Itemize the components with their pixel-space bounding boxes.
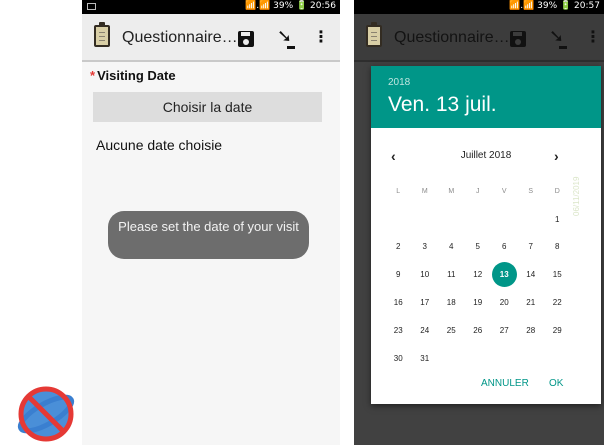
required-marker: * <box>90 68 96 83</box>
date-picker-header: 2018 Ven. 13 juil. <box>371 66 601 128</box>
sd-card-icon <box>87 3 96 10</box>
calendar-empty-cell <box>465 209 492 231</box>
no-date-text: Aucune date choisie <box>96 137 223 153</box>
weekday-header-row: LMMJVSD <box>385 178 585 206</box>
calendar-day[interactable]: 31 <box>412 348 439 370</box>
calendar-day[interactable]: 1 <box>544 209 571 231</box>
calendar-day[interactable]: 21 <box>518 292 545 314</box>
month-navigation: ‹ Juillet 2018 › <box>371 148 601 166</box>
calendar-day[interactable]: 19 <box>465 292 492 314</box>
weekday-header: V <box>501 187 507 195</box>
calendar-empty-cell <box>518 209 545 231</box>
calendar-empty-cell <box>385 209 412 231</box>
calendar-empty-cell <box>518 348 545 370</box>
calendar-day[interactable]: 8 <box>544 236 571 258</box>
toolbar-title: Questionnaire… <box>122 29 238 46</box>
ok-button[interactable]: OK <box>549 378 563 389</box>
save-icon <box>510 31 526 47</box>
cancel-button[interactable]: ANNULER <box>481 378 529 389</box>
calendar-day[interactable]: 28 <box>518 320 545 342</box>
overflow-menu-icon[interactable]: ⋮ <box>313 29 329 45</box>
calendar-empty-cell <box>412 209 439 231</box>
calendar-day[interactable]: 27 <box>491 320 518 342</box>
calendar-day[interactable]: 9 <box>385 264 412 286</box>
calendar-day[interactable]: 11 <box>438 264 465 286</box>
question-text: Visiting Date <box>97 68 176 83</box>
right-phone-screen: 📶.📶 39% 🔋 20:57 Questionnaire… ➘ ⋮ 2018 … <box>354 0 604 445</box>
status-bar: 📶.📶 39% 🔋 20:57 <box>354 0 604 14</box>
calendar-week-row: 23 24 25 26 27 28 29 <box>385 317 585 345</box>
calendar-week-row: 2345678 <box>385 234 585 262</box>
calendar-day[interactable]: 4 <box>438 236 465 258</box>
calendar-day[interactable]: 6 <box>491 236 518 258</box>
toast-message: Please set the date of your visit <box>108 211 309 259</box>
month-label: Juillet 2018 <box>460 150 512 161</box>
weekday-header: M <box>421 187 428 195</box>
calendar-empty-cell <box>491 348 518 370</box>
clipboard-icon <box>94 22 110 47</box>
weekday-header: M <box>448 187 455 195</box>
calendar-week-row: 16 17 18 19 20 21 22 <box>385 289 585 317</box>
calendar-day[interactable]: 3 <box>412 236 439 258</box>
calendar-empty-cell <box>438 209 465 231</box>
calendar-day[interactable]: 30 <box>385 348 412 370</box>
selected-date[interactable]: Ven. 13 juil. <box>388 93 497 117</box>
calendar-week-row: 9 10 11 12 13 14 15 <box>385 261 585 289</box>
left-phone-screen: 📶.📶 39% 🔋 20:56 Questionnaire… ➘ ⋮ * Visi… <box>82 0 340 445</box>
calendar-day[interactable]: 5 <box>465 236 492 258</box>
calendar-day[interactable]: 10 <box>412 264 439 286</box>
weekday-header: D <box>554 187 560 195</box>
calendar-empty-cell <box>465 348 492 370</box>
calendar-day[interactable]: 29 <box>544 320 571 342</box>
calendar-day[interactable]: 23 <box>385 320 412 342</box>
question-label: * Visiting Date <box>90 68 176 83</box>
weekday-header: J <box>476 187 480 195</box>
selected-year[interactable]: 2018 <box>388 77 410 88</box>
download-arrow-icon: ➘ <box>549 26 565 47</box>
weekday-header: L <box>396 187 401 195</box>
download-arrow-base <box>559 46 567 49</box>
calendar-day[interactable]: 7 <box>518 236 545 258</box>
dialog-actions: ANNULER OK <box>371 378 601 396</box>
calendar-empty-cell <box>438 348 465 370</box>
date-picker-dialog: 2018 Ven. 13 juil. ‹ Juillet 2018 › 06/1… <box>371 66 601 404</box>
toolbar-title: Questionnaire… <box>394 29 510 46</box>
calendar-grid: L M M J V S D 1 2 3 4 5 6 7 8 9 10 11 12 13 14 15 16 17 18 19 20 21… <box>385 178 585 373</box>
status-icons: 📶.📶 39% 🔋 20:56 <box>244 1 336 11</box>
calendar-empty-cell <box>544 348 571 370</box>
calendar-day[interactable]: 20 <box>491 292 518 314</box>
calendar-week-row: 30 31 <box>385 345 585 373</box>
calendar-day[interactable]: 15 <box>544 264 571 286</box>
choose-date-button[interactable]: Choisir la date <box>93 92 322 122</box>
calendar-day[interactable]: 2 <box>385 236 412 258</box>
no-browser-icon <box>17 386 75 442</box>
calendar-empty-cell <box>491 209 518 231</box>
download-arrow-base <box>287 46 295 49</box>
calendar-day[interactable]: 18 <box>438 292 465 314</box>
calendar-day[interactable]: 24 <box>412 320 439 342</box>
calendar-day-selected[interactable]: 13 <box>491 262 518 288</box>
calendar-day[interactable]: 26 <box>465 320 492 342</box>
calendar-day[interactable]: 16 <box>385 292 412 314</box>
weekday-header: S <box>528 187 534 195</box>
calendar-day[interactable]: 14 <box>518 264 545 286</box>
next-month-icon[interactable]: › <box>554 148 559 164</box>
status-bar: 📶.📶 39% 🔋 20:56 <box>82 0 340 14</box>
status-icons: 📶.📶 39% 🔋 20:57 <box>508 1 600 11</box>
calendar-day[interactable]: 25 <box>438 320 465 342</box>
overflow-menu-icon: ⋮ <box>585 27 601 46</box>
calendar-day[interactable]: 22 <box>544 292 571 314</box>
calendar-week-row: 1 <box>385 206 585 234</box>
clipboard-icon <box>366 22 382 47</box>
calendar-day[interactable]: 17 <box>412 292 439 314</box>
save-icon[interactable] <box>238 31 254 47</box>
app-toolbar: Questionnaire… ➘ ⋮ <box>354 14 604 62</box>
calendar-day[interactable]: 12 <box>465 264 492 286</box>
download-arrow-icon[interactable]: ➘ <box>277 28 292 46</box>
app-toolbar: Questionnaire… ➘ ⋮ <box>82 14 340 62</box>
